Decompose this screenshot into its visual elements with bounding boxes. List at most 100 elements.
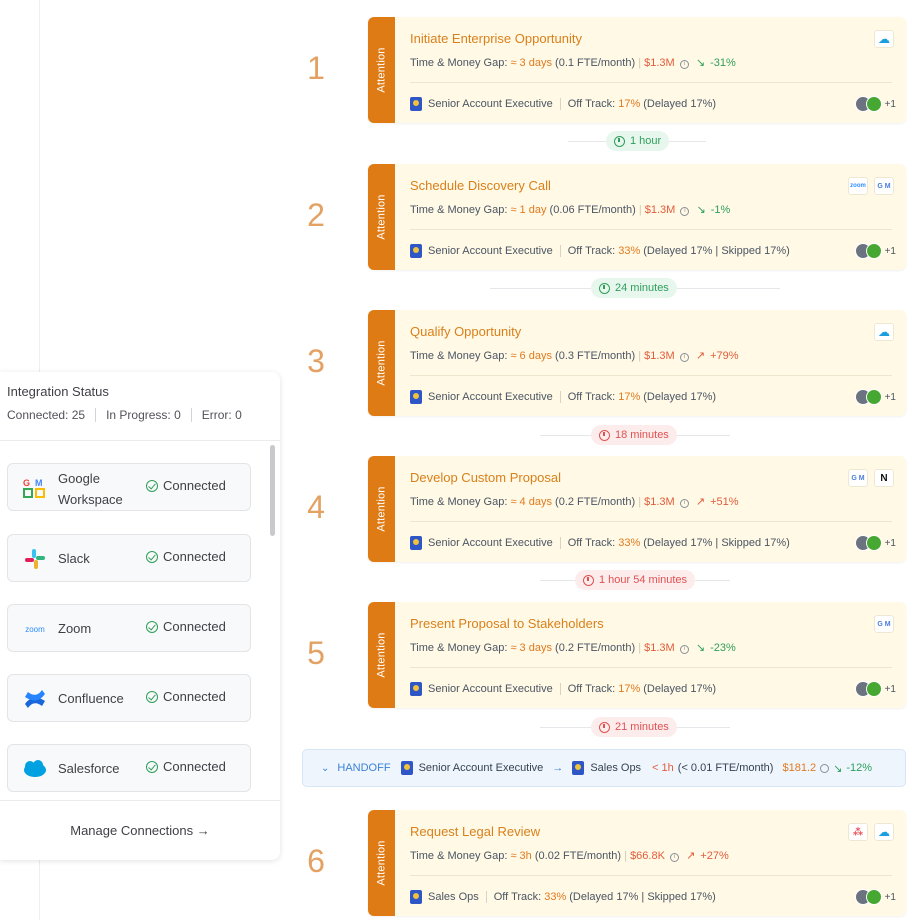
info-icon[interactable]: i: [670, 853, 679, 862]
trend-value: +27%: [700, 850, 729, 862]
step-number: 1: [307, 50, 325, 86]
time-money-gap: Time & Money Gap: ≈ 6 days (0.3 FTE/mont…: [410, 349, 739, 362]
assignee-avatars[interactable]: +1: [854, 389, 896, 405]
stopwatch-icon: [583, 574, 594, 586]
trend-down-icon: ↘: [833, 762, 843, 775]
svg-text:M: M: [35, 478, 43, 488]
status-label: Connected: [163, 689, 226, 704]
divider: [0, 440, 280, 441]
chevron-down-icon[interactable]: ⌄: [321, 763, 329, 774]
step-title[interactable]: Request Legal Review: [410, 824, 540, 839]
time-gap: ≈ 6 days: [510, 350, 552, 362]
off-track-detail: (Delayed 17%): [643, 98, 717, 110]
duration-pill: 18 minutes: [591, 425, 677, 445]
salesforce-icon[interactable]: ☁: [874, 30, 894, 48]
money-gap: $66.8K: [630, 850, 665, 862]
salesforce-icon[interactable]: ☁: [874, 823, 894, 841]
step-card[interactable]: Attention Qualify Opportunity ☁ Time & M…: [368, 310, 906, 416]
step-card[interactable]: Attention Request Legal Review ⁂ ☁ Time &…: [368, 810, 906, 916]
info-icon[interactable]: i: [680, 207, 690, 216]
divider: [485, 891, 487, 903]
step-number: 5: [307, 635, 325, 671]
check-circle-icon: [146, 550, 158, 563]
time-money-gap: Time & Money Gap: ≈ 1 day (0.06 FTE/mont…: [410, 203, 730, 216]
info-icon[interactable]: [820, 763, 830, 773]
step-title[interactable]: Qualify Opportunity: [410, 324, 521, 339]
assignee-avatars[interactable]: +1: [854, 681, 896, 697]
divider: [95, 408, 97, 422]
google-workspace-icon[interactable]: G M: [874, 615, 894, 633]
duration-text: 1 hour: [630, 135, 662, 147]
integration-item-zoom[interactable]: zoom Zoom Connected: [7, 604, 251, 652]
handoff-time: < 1h: [652, 762, 674, 774]
status-label: Attention: [375, 840, 388, 886]
step-meta: Senior Account Executive Off Track: 17% …: [410, 390, 716, 404]
status-label: Attention: [375, 632, 388, 678]
step-title[interactable]: Schedule Discovery Call: [410, 178, 551, 193]
gap-label: Time & Money Gap:: [410, 850, 508, 862]
assignee-avatars[interactable]: +1: [854, 535, 896, 551]
assignee-avatars[interactable]: +1: [854, 96, 896, 112]
more-assignees: +1: [884, 683, 896, 695]
step-title[interactable]: Initiate Enterprise Opportunity: [410, 31, 582, 46]
fte-value: (0.3 FTE/month): [555, 350, 636, 362]
step-title[interactable]: Develop Custom Proposal: [410, 470, 561, 485]
assignee-avatars[interactable]: +1: [854, 243, 896, 259]
zoom-icon: zoom: [25, 624, 45, 634]
google-workspace-icon[interactable]: G M: [848, 469, 868, 487]
role-badge-icon: [400, 761, 413, 775]
info-icon[interactable]: i: [679, 353, 689, 362]
google-workspace-icon[interactable]: G M: [874, 177, 894, 195]
avatar: [865, 389, 882, 405]
info-icon[interactable]: i: [679, 60, 689, 69]
time-money-gap: Time & Money Gap: ≈ 3 days (0.2 FTE/mont…: [410, 641, 736, 654]
more-assignees: +1: [884, 537, 896, 549]
duration-pill: 1 hour 54 minutes: [575, 570, 696, 590]
salesforce-icon[interactable]: ☁: [874, 323, 894, 341]
step-card[interactable]: Attention Initiate Enterprise Opportunit…: [368, 17, 906, 123]
status-tab: Attention: [368, 602, 395, 708]
time-money-gap: Time & Money Gap: ≈ 3 days (0.1 FTE/mont…: [410, 56, 736, 69]
divider: |: [624, 850, 627, 862]
duration-text: 21 minutes: [615, 721, 669, 733]
time-gap: ≈ 3 days: [510, 57, 552, 69]
step-title[interactable]: Present Proposal to Stakeholders: [410, 616, 604, 631]
status-label: Connected: [163, 759, 226, 774]
role-badge-icon: [572, 761, 585, 775]
step-card[interactable]: Attention Present Proposal to Stakeholde…: [368, 602, 906, 708]
time-money-gap: Time & Money Gap: ≈ 3h (0.02 FTE/month) …: [410, 849, 729, 862]
handoff-row[interactable]: ⌄ HANDOFF Senior Account Executive → Sal…: [302, 749, 906, 787]
off-track-pct: 17%: [618, 683, 641, 695]
integration-item-salesforce[interactable]: Salesforce Connected: [7, 744, 251, 792]
step-meta: Senior Account Executive Off Track: 33% …: [410, 244, 790, 258]
info-icon[interactable]: i: [679, 645, 689, 654]
svg-text:G: G: [23, 478, 30, 488]
status-tab: Attention: [368, 310, 395, 416]
step-card[interactable]: Attention Schedule Discovery Call zoom G …: [368, 164, 906, 270]
zoom-icon[interactable]: zoom: [848, 177, 868, 195]
role-name: Senior Account Executive: [428, 245, 553, 257]
role-name: Senior Account Executive: [428, 537, 553, 549]
trend-value: -31%: [710, 57, 736, 69]
asana-icon[interactable]: ⁂: [848, 823, 868, 841]
assignee-avatars[interactable]: +1: [854, 889, 896, 905]
trend-up-icon: ↗: [686, 850, 696, 862]
notion-icon[interactable]: N: [874, 469, 894, 487]
step-card[interactable]: Attention Develop Custom Proposal G M N T…: [368, 456, 906, 562]
integration-item-google-workspace[interactable]: GM Google Workspace Connected: [7, 463, 251, 511]
trend-up-icon: ↗: [695, 496, 706, 508]
scrollbar[interactable]: [270, 445, 275, 536]
status-label: Connected: [163, 619, 226, 634]
status-label: Attention: [375, 47, 388, 93]
avatar: [865, 243, 882, 259]
divider: [559, 245, 561, 257]
integration-item-slack[interactable]: Slack Connected: [7, 534, 251, 582]
manage-connections-link[interactable]: Manage Connections →: [0, 823, 280, 838]
integration-item-confluence[interactable]: Confluence Connected: [7, 674, 251, 722]
divider: [410, 667, 892, 668]
connected-count: Connected: 25: [7, 408, 86, 422]
duration-pill: 1 hour: [606, 131, 670, 151]
role-name: Senior Account Executive: [428, 683, 553, 695]
more-assignees: +1: [884, 391, 896, 403]
info-icon[interactable]: i: [679, 499, 689, 508]
